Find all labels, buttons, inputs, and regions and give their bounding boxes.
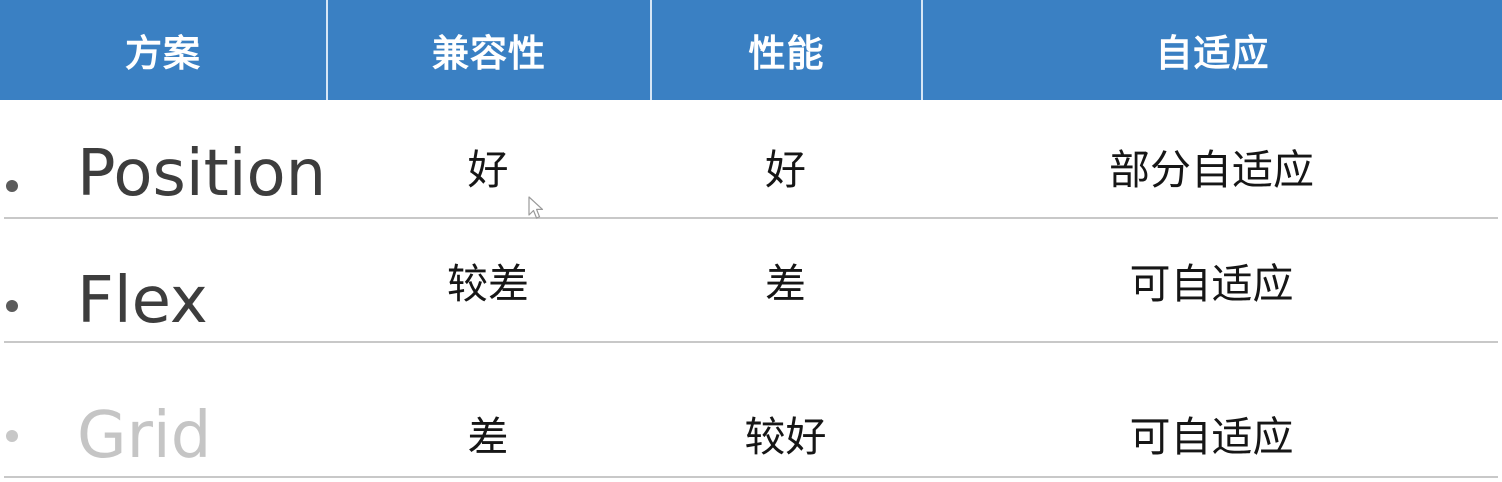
bullet-dot-icon <box>6 300 18 312</box>
table-row-flex: Flex 较差 差 可自适应 <box>0 219 1502 341</box>
mouse-pointer-icon <box>528 196 544 219</box>
performance-value: 差 <box>765 260 806 308</box>
table-row-position: Position 好 好 部分自适应 <box>0 100 1502 217</box>
scheme-cell: Position <box>0 100 326 217</box>
adaptive-value: 可自适应 <box>1129 260 1294 308</box>
compatibility-value: 较差 <box>447 260 529 308</box>
scheme-name: Grid <box>77 399 212 473</box>
header-adaptive: 自适应 <box>921 0 1502 100</box>
header-compatibility: 兼容性 <box>326 0 650 100</box>
bullet-dot-icon <box>6 180 18 192</box>
performance-value: 较好 <box>744 413 827 461</box>
adaptive-value: 可自适应 <box>1129 413 1294 461</box>
compatibility-value: 差 <box>467 413 509 461</box>
row-divider <box>4 476 1498 478</box>
scheme-cell: Grid <box>0 343 326 477</box>
scheme-cell: Flex <box>0 219 326 341</box>
header-scheme: 方案 <box>125 32 201 75</box>
adaptive-value: 部分自适应 <box>1109 145 1314 194</box>
scheme-name: Flex <box>77 264 208 338</box>
bullet-dot-icon <box>6 430 18 442</box>
table-header-row: 方案 兼容性 性能 自适应 <box>0 0 1502 100</box>
compatibility-value: 好 <box>467 145 509 194</box>
performance-value: 好 <box>765 145 806 194</box>
scheme-name: Position <box>77 137 327 211</box>
table-row-grid: Grid 差 较好 可自适应 <box>0 343 1502 477</box>
header-performance: 性能 <box>650 0 921 100</box>
